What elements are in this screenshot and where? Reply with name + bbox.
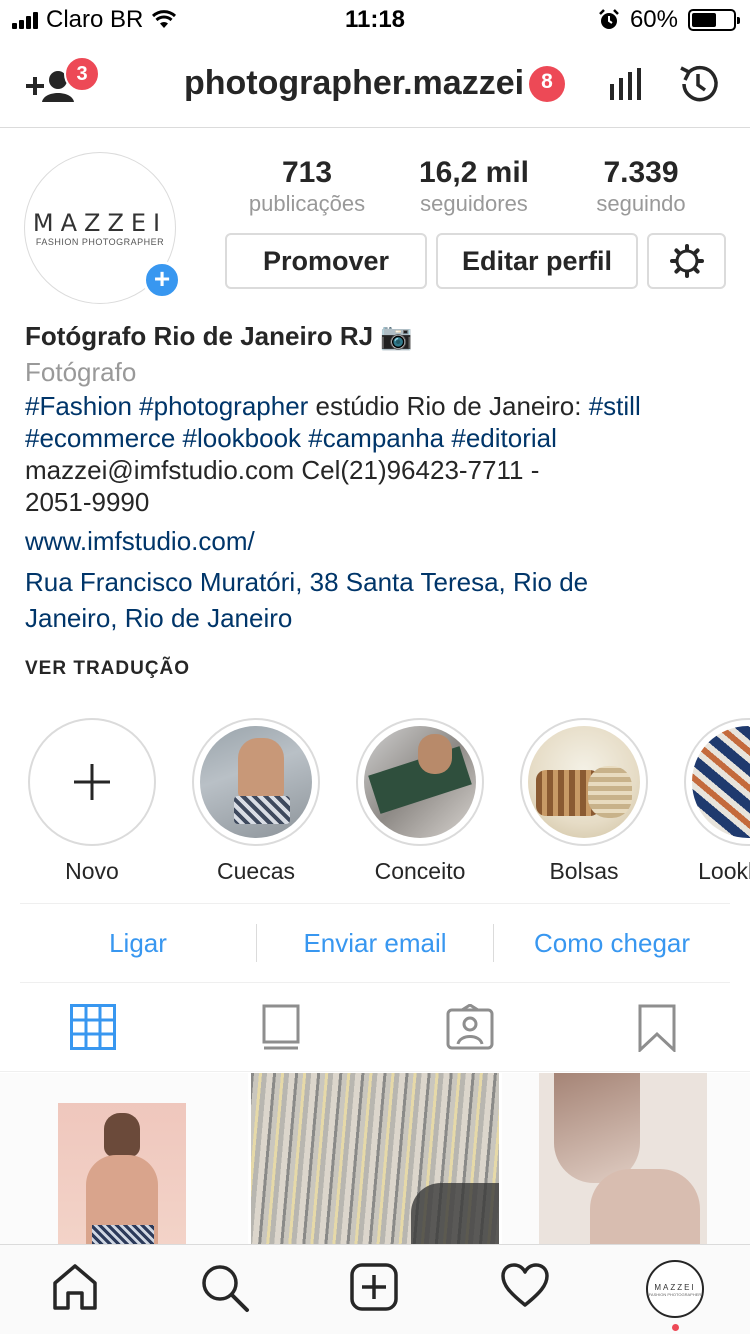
battery-percent: 60%	[629, 6, 678, 33]
insights-icon[interactable]	[608, 66, 644, 102]
promote-button[interactable]: Promover	[225, 233, 427, 289]
highlight-item[interactable]: Bolsas	[519, 718, 649, 885]
directions-button[interactable]: Como chegar	[494, 904, 730, 982]
avatar-subtitle: FASHION PHOTOGRAPHER	[648, 1292, 702, 1297]
address-link[interactable]: Rua Francisco Muratóri, 38 Santa Teresa,…	[25, 564, 725, 636]
profile-name: Fotógrafo Rio de Janeiro RJ 📷	[25, 321, 413, 351]
highlight-label: Lookbook	[698, 858, 750, 884]
contact-options: Ligar Enviar email Como chegar	[20, 903, 730, 983]
plus-icon	[36, 726, 148, 838]
stat-followers[interactable]: 16,2 mil seguidores	[390, 156, 558, 218]
profile-username[interactable]: photographer.mazzei	[184, 64, 524, 103]
settings-button[interactable]	[647, 233, 726, 289]
highlight-cover	[692, 726, 750, 838]
profile-stats: 713 publicações 16,2 mil seguidores 7.33…	[224, 156, 724, 218]
tagged-photos-icon[interactable]	[446, 1004, 494, 1050]
saved-bookmark-icon[interactable]	[638, 1004, 676, 1052]
active-tab-indicator	[672, 1324, 679, 1331]
gear-icon	[669, 244, 704, 278]
address-line: Janeiro, Rio de Janeiro	[25, 603, 293, 633]
highlight-cover	[364, 726, 476, 838]
stat-value: 713	[281, 156, 333, 189]
website-link[interactable]: www.imfstudio.com/	[25, 524, 725, 558]
highlight-cover	[528, 726, 640, 838]
bio-contact-line: 2051-9990	[25, 487, 150, 517]
profile-category: Fotógrafo	[25, 357, 137, 387]
highlight-label: Conceito	[374, 858, 466, 884]
notification-badge: 3	[64, 56, 100, 92]
grid-view-icon[interactable]	[70, 1004, 116, 1050]
avatar-logo: MAZZEI	[32, 209, 168, 237]
bio-line: #Fashion #photographer estúdio Rio de Ja…	[25, 390, 725, 422]
stat-posts[interactable]: 713 publicações	[224, 156, 390, 218]
hashtag-link[interactable]: #still	[589, 391, 641, 421]
highlight-label: Novo	[65, 858, 119, 884]
profile-tab-avatar[interactable]: MAZZEI FASHION PHOTOGRAPHER	[646, 1260, 704, 1318]
address-line: Rua Francisco Muratóri, 38 Santa Teresa,…	[25, 567, 589, 597]
highlight-new[interactable]: Novo	[27, 718, 157, 885]
highlight-ring	[192, 718, 320, 846]
profile-header: 3 photographer.mazzei 8	[0, 40, 750, 128]
new-post-icon[interactable]	[350, 1263, 398, 1311]
call-button[interactable]: Ligar	[20, 904, 256, 982]
avatar-logo: MAZZEI	[654, 1283, 696, 1292]
posts-grid	[0, 1073, 750, 1245]
stat-label: publicações	[248, 191, 366, 216]
status-bar: Claro BR 11:18 60%	[0, 0, 750, 40]
highlight-ring	[520, 718, 648, 846]
home-icon[interactable]	[52, 1263, 98, 1311]
story-highlights: Novo Cuecas Conceito Bolsas Look	[0, 718, 750, 888]
edit-profile-button[interactable]: Editar perfil	[436, 233, 638, 289]
highlight-label: Cuecas	[217, 858, 295, 884]
add-story-button[interactable]: +	[143, 261, 181, 299]
highlight-ring	[28, 718, 156, 846]
highlight-label: Bolsas	[549, 858, 619, 884]
highlight-item[interactable]: Conceito	[355, 718, 485, 885]
post-thumbnail[interactable]	[0, 1073, 248, 1245]
email-button[interactable]: Enviar email	[257, 904, 493, 982]
highlight-item[interactable]: Cuecas	[191, 718, 321, 885]
bottom-navigation: MAZZEI FASHION PHOTOGRAPHER	[0, 1244, 750, 1334]
highlight-ring	[356, 718, 484, 846]
alarm-icon	[599, 9, 619, 29]
activity-heart-icon[interactable]	[500, 1263, 550, 1309]
stat-value: 7.339	[603, 156, 679, 189]
see-translation-link[interactable]: VER TRADUÇÃO	[25, 658, 190, 680]
highlight-item[interactable]: Lookbook	[683, 718, 750, 885]
stat-value: 16,2 mil	[418, 156, 530, 189]
profile-tabs	[0, 984, 750, 1072]
bio-contact-line: mazzei@imfstudio.com Cel(21)96423-7711 -	[25, 455, 540, 485]
stat-label: seguidores	[420, 191, 528, 216]
history-icon[interactable]	[676, 62, 720, 106]
highlight-cover	[200, 726, 312, 838]
feed-view-icon[interactable]	[262, 1004, 300, 1050]
avatar-subtitle: FASHION PHOTOGRAPHER	[35, 237, 165, 247]
hashtag-link[interactable]: #Fashion #photographer	[25, 391, 308, 421]
search-icon[interactable]	[200, 1263, 250, 1313]
battery-icon	[688, 9, 740, 31]
bio-text: estúdio Rio de Janeiro:	[308, 391, 589, 421]
highlight-ring	[684, 718, 750, 846]
username-badge: 8	[529, 66, 565, 102]
post-thumbnail[interactable]	[251, 1073, 499, 1245]
hashtag-link[interactable]: #ecommerce #lookbook #campanha #editoria…	[25, 422, 725, 454]
profile-bio: Fotógrafo Rio de Janeiro RJ 📷 Fotógrafo …	[25, 318, 725, 636]
post-thumbnail[interactable]	[502, 1073, 750, 1245]
stat-label: seguindo	[596, 191, 686, 216]
stat-following[interactable]: 7.339 seguindo	[558, 156, 724, 218]
